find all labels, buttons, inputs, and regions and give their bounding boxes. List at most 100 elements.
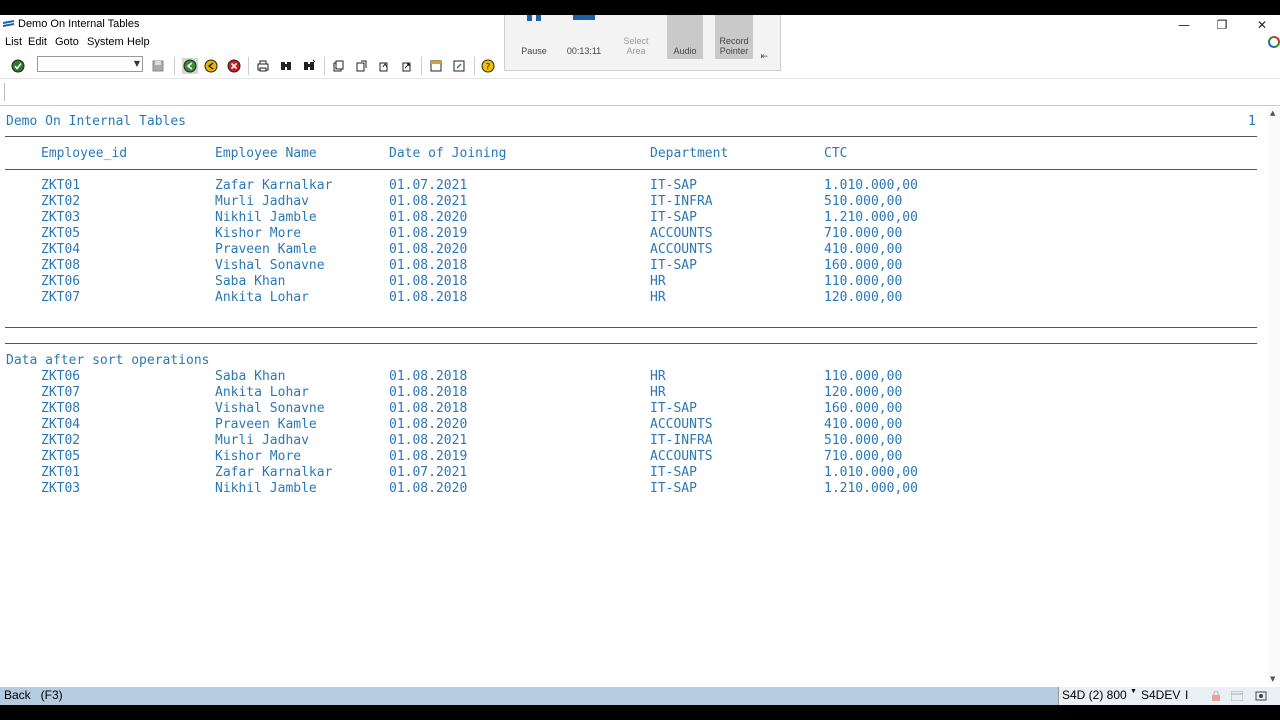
cell-department: ACCOUNTS: [650, 449, 713, 464]
cell-ctc: 120.000,00: [824, 290, 903, 305]
list-output: Demo On Internal Tables 1 Employee_id Em…: [0, 107, 1268, 685]
page-number: 1: [1248, 114, 1256, 129]
divider: [5, 343, 1257, 344]
chevron-down-icon[interactable]: ▼: [1130, 688, 1137, 695]
exit-icon[interactable]: [204, 59, 218, 73]
minimize-button[interactable]: —: [1164, 15, 1204, 35]
cell-date-of-joining: 01.08.2018: [389, 369, 468, 384]
divider: [5, 327, 1257, 328]
previous-page-icon[interactable]: [354, 59, 368, 73]
menu-goto[interactable]: Goto: [55, 36, 79, 48]
help-icon[interactable]: ?: [481, 59, 495, 73]
toolbar-separator: [4, 83, 5, 101]
menu-edit[interactable]: Edit: [28, 36, 47, 48]
audio-label: Audio: [673, 46, 697, 56]
cell-date-of-joining: 01.08.2018: [389, 401, 468, 416]
find-icon[interactable]: [279, 59, 293, 73]
sort-heading: Data after sort operations: [6, 353, 210, 368]
cell-employee-id: ZKT05: [41, 449, 81, 464]
chevron-down-icon[interactable]: ▼: [134, 59, 140, 69]
cell-employee-name: Murli Jadhav: [215, 433, 309, 448]
stop-button[interactable]: 00:13:11: [561, 15, 607, 59]
column-header-date-of-joining: Date of Joining: [389, 146, 507, 161]
cell-employee-name: Vishal Sonavne: [215, 401, 325, 416]
cell-ctc: 110.000,00: [824, 274, 903, 289]
cell-employee-id: ZKT01: [41, 178, 81, 193]
back-icon[interactable]: [182, 58, 198, 74]
column-header-ctc: CTC: [824, 146, 848, 161]
cell-employee-id: ZKT08: [41, 258, 81, 273]
pause-label: Pause: [521, 46, 547, 56]
close-button[interactable]: ✕: [1242, 15, 1280, 35]
application-toolbar: [0, 79, 1280, 106]
cell-ctc: 1.010.000,00: [824, 465, 918, 480]
cell-employee-name: Kishor More: [215, 226, 302, 241]
divider: [5, 169, 1257, 170]
cell-date-of-joining: 01.08.2018: [389, 290, 468, 305]
report-title: Demo On Internal Tables: [6, 114, 187, 129]
cell-employee-name: Ankita Lohar: [215, 385, 309, 400]
menu-system[interactable]: System: [87, 36, 124, 48]
cell-employee-name: Praveen Kamle: [215, 242, 317, 257]
first-page-icon[interactable]: [331, 59, 345, 73]
audio-button[interactable]: Audio: [667, 15, 703, 59]
cell-department: HR: [650, 369, 666, 384]
cell-date-of-joining: 01.08.2018: [389, 258, 468, 273]
cell-employee-name: Saba Khan: [215, 274, 286, 289]
cell-employee-id: ZKT02: [41, 433, 81, 448]
next-page-icon[interactable]: [377, 59, 391, 73]
system-info: S4D (2) 800 ▼ S4DEV I: [1058, 687, 1280, 705]
cell-ctc: 160.000,00: [824, 258, 903, 273]
find-next-icon[interactable]: [302, 59, 316, 73]
save-icon[interactable]: [151, 59, 165, 73]
cell-employee-id: ZKT08: [41, 401, 81, 416]
restore-button[interactable]: ❐: [1202, 15, 1242, 35]
select-area-label: Select Area: [623, 36, 649, 56]
shortcut-icon[interactable]: [452, 59, 466, 73]
menu-list[interactable]: List: [5, 36, 22, 48]
cell-employee-id: ZKT01: [41, 465, 81, 480]
cell-employee-name: Nikhil Jamble: [215, 210, 317, 225]
vertical-scrollbar[interactable]: ▲ ▼: [1268, 107, 1280, 685]
select-area-button[interactable]: Select Area: [615, 15, 657, 59]
pause-button[interactable]: Pause: [513, 15, 555, 59]
enter-icon[interactable]: [11, 59, 25, 73]
column-header-employee-id: Employee_id: [41, 146, 128, 161]
toolbar-separator: [474, 57, 475, 75]
scroll-down-icon[interactable]: ▼: [1270, 675, 1275, 683]
cell-employee-name: Saba Khan: [215, 369, 286, 384]
cell-ctc: 1.210.000,00: [824, 481, 918, 496]
cell-ctc: 1.210.000,00: [824, 210, 918, 225]
toolbar-separator: [324, 57, 325, 75]
pin-icon[interactable]: ⇤: [760, 51, 768, 62]
record-pointer-label: Record Pointer: [719, 36, 749, 56]
pause-icon: [527, 15, 541, 21]
status-lock-icon: [1212, 691, 1220, 701]
cell-date-of-joining: 01.08.2020: [389, 417, 468, 432]
system-id[interactable]: S4D (2) 800: [1062, 688, 1127, 702]
cell-employee-name: Vishal Sonavne: [215, 258, 325, 273]
command-field[interactable]: ▼: [37, 56, 143, 72]
cell-employee-name: Ankita Lohar: [215, 290, 309, 305]
menu-help[interactable]: Help: [127, 36, 150, 48]
record-pointer-button[interactable]: Record Pointer: [715, 15, 753, 59]
cell-date-of-joining: 01.08.2018: [389, 385, 468, 400]
cell-department: IT-SAP: [650, 401, 697, 416]
status-settings-icon[interactable]: [1255, 690, 1267, 702]
scroll-up-icon[interactable]: ▲: [1270, 109, 1275, 117]
toolbar-separator: [174, 57, 175, 75]
status-layout-icon[interactable]: [1231, 691, 1243, 701]
cell-employee-name: Kishor More: [215, 449, 302, 464]
cell-employee-id: ZKT04: [41, 242, 81, 257]
recording-timer: 00:13:11: [566, 46, 602, 56]
cell-employee-id: ZKT02: [41, 194, 81, 209]
cell-ctc: 110.000,00: [824, 369, 903, 384]
cell-employee-id: ZKT07: [41, 385, 81, 400]
print-icon[interactable]: [256, 59, 270, 73]
last-page-icon[interactable]: [400, 59, 414, 73]
screen-recorder-panel: Pause 00:13:11 Select Area Audio Record …: [504, 15, 781, 71]
new-session-icon[interactable]: [429, 59, 443, 73]
cell-department: IT-SAP: [650, 210, 697, 225]
cancel-icon[interactable]: [227, 59, 241, 73]
status-message: Back (F3): [4, 688, 63, 702]
